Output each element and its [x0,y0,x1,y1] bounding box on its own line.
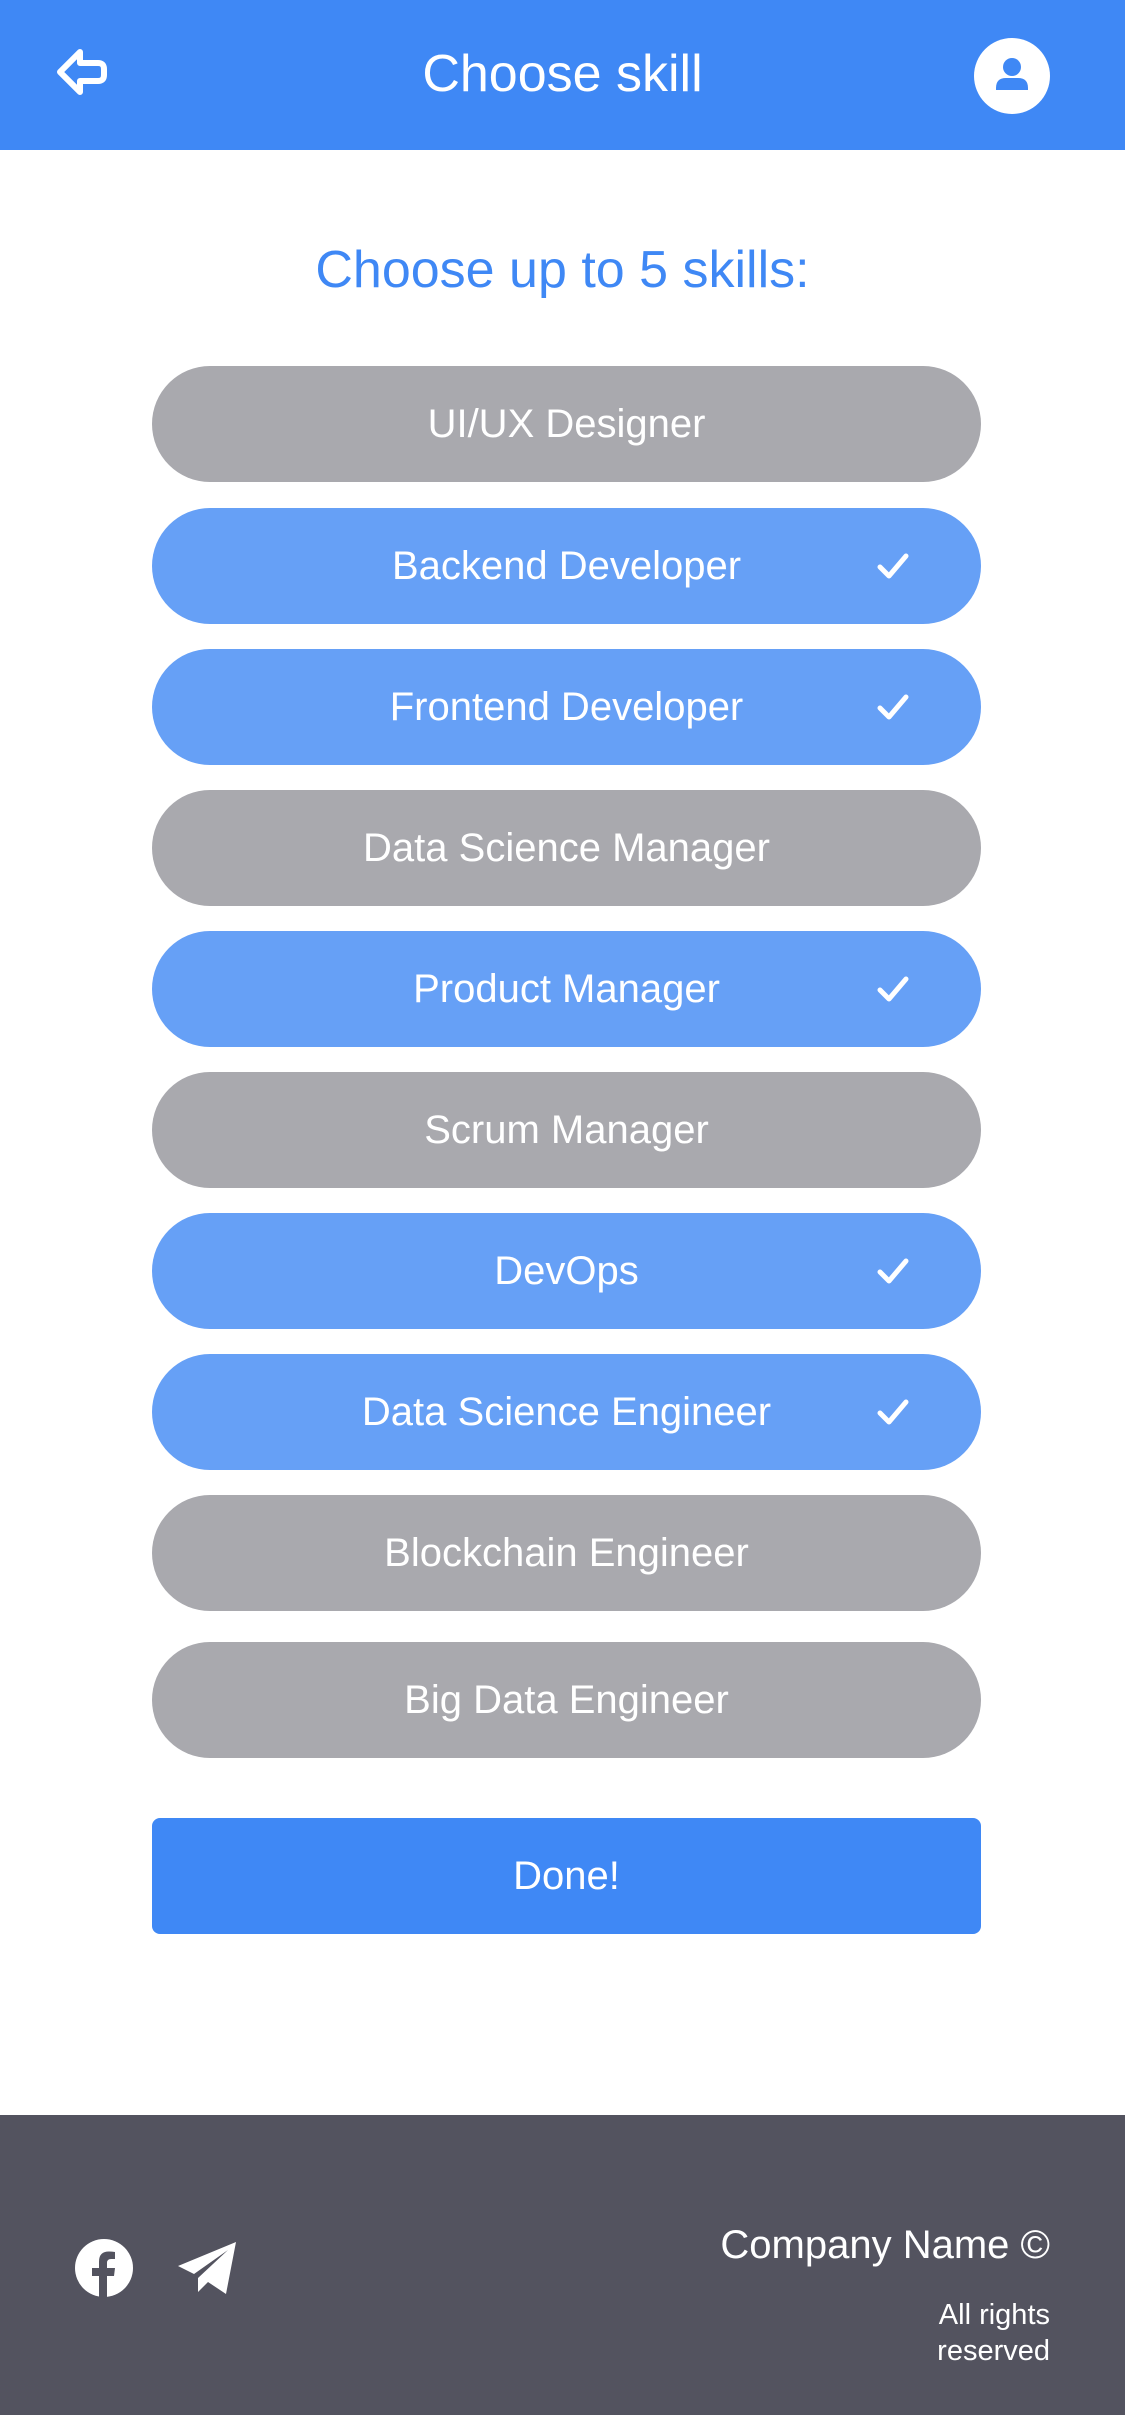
page-title: Choose skill [422,45,703,103]
skills-prompt: Choose up to 5 skills: [315,241,810,299]
copyright-text: All rights reserved [937,2299,1050,2367]
skill-label: Backend Developer [391,544,742,588]
checkmark-icon [877,1399,909,1425]
skill-option[interactable]: Data Science Engineer [152,1354,981,1470]
done-button[interactable]: Done! [152,1818,981,1934]
skill-label: Data Science Manager [363,826,770,870]
checkmark-icon [877,553,909,579]
skill-label: DevOps [494,1249,639,1293]
page: Choose skill Choose up to 5 skills: UI/U… [0,0,1125,2415]
skill-option[interactable]: Data Science Manager [152,790,981,906]
skill-option[interactable]: Backend Developer [152,508,981,624]
facebook-link[interactable] [74,2238,134,2298]
skill-label: Data Science Engineer [361,1390,772,1434]
company-name: Company Name © [720,2223,1050,2267]
skill-label: Big Data Engineer [404,1678,729,1722]
app-footer: Company Name © All rights reserved [0,2115,1125,2415]
facebook-icon [75,2239,133,2298]
profile-button[interactable] [974,38,1050,114]
skill-label: Blockchain Engineer [384,1531,749,1575]
skill-option[interactable]: Product Manager [152,931,981,1047]
checkmark-icon [877,976,909,1002]
skill-label: UI/UX Designer [427,402,706,446]
checkmark-icon [877,1258,909,1284]
user-icon [996,58,1028,90]
telegram-icon [178,2242,236,2294]
skill-option[interactable]: Frontend Developer [152,649,981,765]
skill-option[interactable]: Big Data Engineer [152,1642,981,1758]
skill-option[interactable]: Blockchain Engineer [152,1495,981,1611]
skill-label: Product Manager [413,967,720,1011]
checkmark-icon [877,694,909,720]
skill-option[interactable]: UI/UX Designer [152,366,981,482]
app-header: Choose skill [0,0,1125,150]
skill-label: Frontend Developer [389,685,744,729]
skill-option[interactable]: Scrum Manager [152,1072,981,1188]
skill-label: Scrum Manager [424,1108,709,1152]
skill-option[interactable]: DevOps [152,1213,981,1329]
telegram-link[interactable] [176,2238,240,2298]
